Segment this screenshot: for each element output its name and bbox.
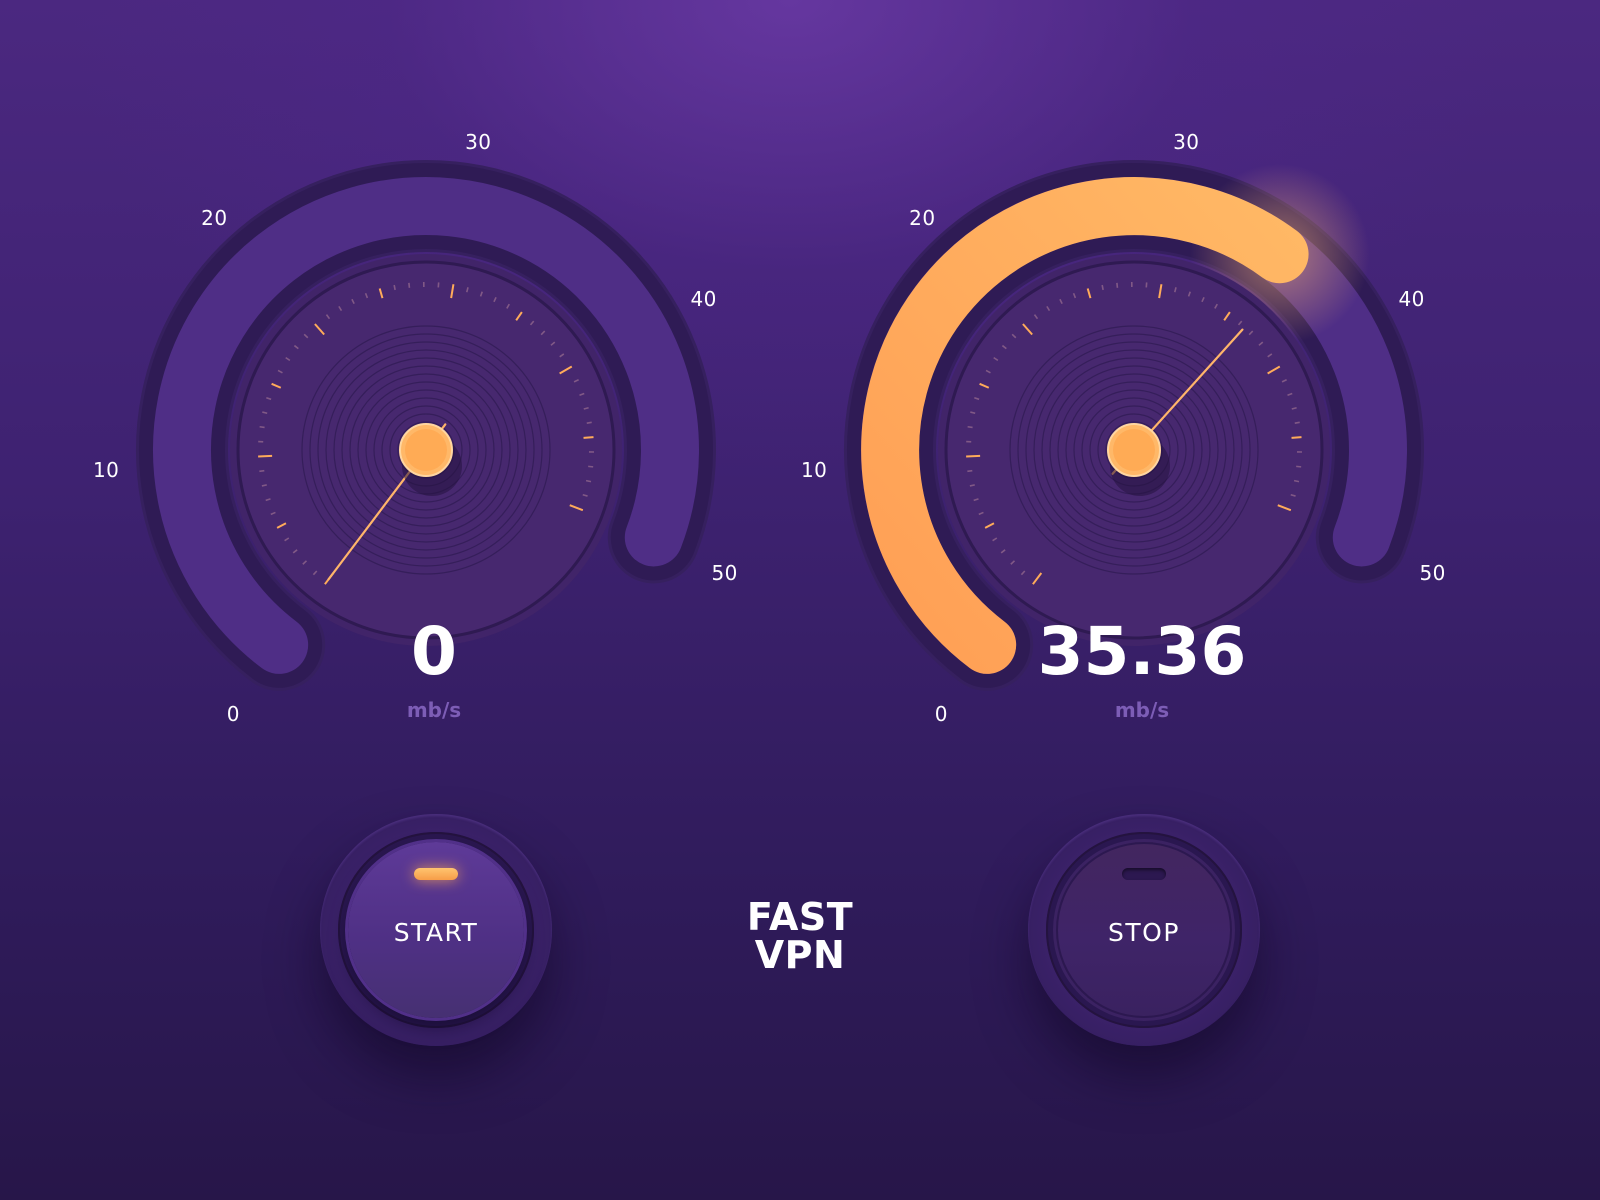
brand-line-2: VPN xyxy=(754,933,846,977)
start-button-label: START xyxy=(393,918,479,947)
speed-unit: mb/s xyxy=(1114,698,1170,722)
brand-logo: FAST VPN xyxy=(700,898,900,974)
scale-label-50: 50 xyxy=(1419,560,1446,585)
speed-unit: mb/s xyxy=(406,698,462,722)
needle-hub-core xyxy=(405,429,447,471)
scale-label-10: 10 xyxy=(800,458,828,483)
scale-label-20: 20 xyxy=(201,206,228,230)
stop-button-label: STOP xyxy=(1108,918,1180,947)
scale-label-40: 40 xyxy=(690,287,717,311)
start-indicator-light xyxy=(414,868,458,880)
scale-label-30: 30 xyxy=(465,130,492,155)
stop-indicator-light xyxy=(1122,868,1166,880)
scale-label-20: 20 xyxy=(909,206,936,230)
brand-line-1: FAST xyxy=(746,895,854,939)
download-speed-gauge: 0 10 20 30 40 50 0 mb/s xyxy=(74,120,794,760)
stop-button[interactable]: STOP xyxy=(1028,814,1260,1046)
speed-value: 35.36 xyxy=(1037,613,1247,690)
start-button[interactable]: START xyxy=(320,814,552,1046)
gauge-dial xyxy=(136,160,716,691)
gauge-dial xyxy=(844,160,1424,691)
needle-hub-core xyxy=(1113,429,1155,471)
scale-label-10: 10 xyxy=(92,458,120,483)
speed-value: 0 xyxy=(411,613,457,690)
upload-speed-gauge: 0 10 20 30 40 50 35.36 mb/s xyxy=(782,120,1502,760)
scale-label-40: 40 xyxy=(1398,287,1425,311)
scale-label-50: 50 xyxy=(711,560,738,585)
scale-label-30: 30 xyxy=(1173,130,1200,155)
